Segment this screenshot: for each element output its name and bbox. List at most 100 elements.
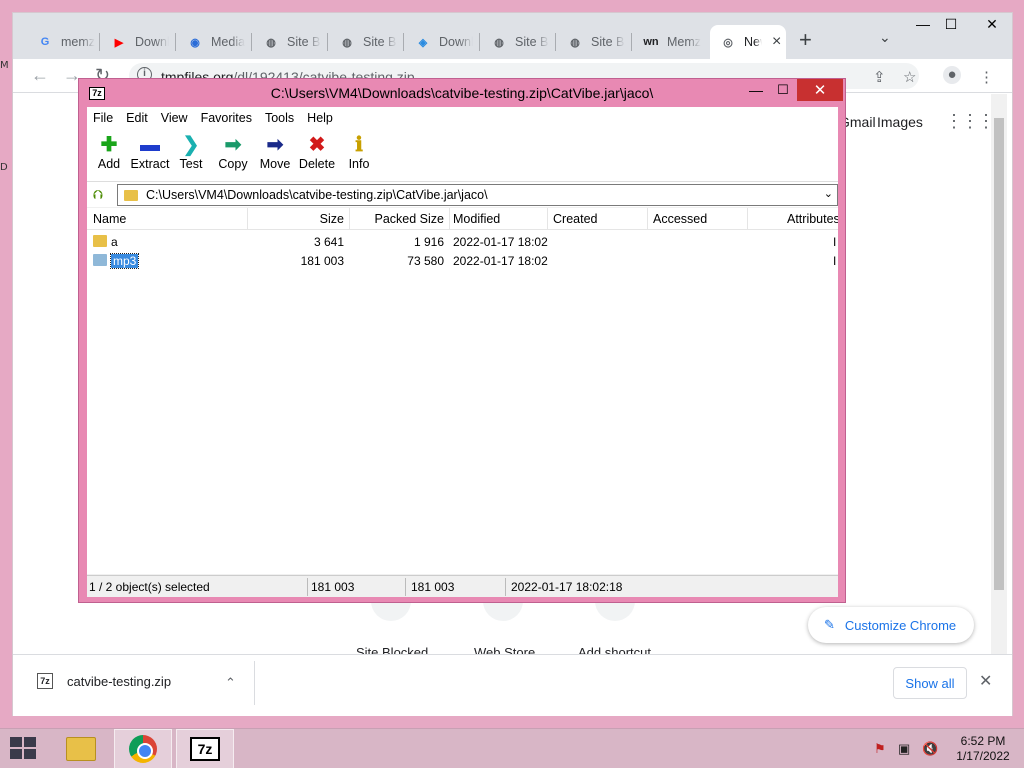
show-all-button[interactable]: Show all — [893, 667, 967, 699]
menu-file[interactable]: File — [93, 111, 113, 125]
profile-icon[interactable]: ● — [943, 66, 961, 84]
7zip-icon: 7z — [190, 737, 220, 761]
move-button[interactable]: ➡ Move — [253, 133, 297, 171]
table-row[interactable]: mp3 181 003 73 580 2022-01-17 18:02 I — [87, 251, 838, 270]
column-header-size[interactable]: Size — [320, 212, 344, 226]
tab-favicon-icon: ◎ — [723, 36, 733, 49]
folder-icon — [66, 737, 96, 761]
folder-icon — [124, 189, 138, 201]
up-folder-icon[interactable]: ⮉ — [93, 187, 103, 203]
column-header-modified[interactable]: Modified — [453, 212, 500, 226]
column-header-accessed[interactable]: Accessed — [653, 212, 707, 226]
tab-favicon-icon: ◍ — [570, 36, 580, 49]
tool-label: Add — [97, 157, 121, 171]
tab-site-blocked[interactable]: ◍ Site Blocked — [329, 25, 403, 59]
cell-packed-size: 1 916 — [413, 235, 444, 249]
tab-new-tab[interactable]: ◎ New Tab × — [710, 25, 786, 59]
tab-memz[interactable]: Gmemz — [27, 25, 101, 59]
extract-icon: ▬ — [140, 134, 160, 156]
network-icon[interactable]: ▣ — [898, 741, 910, 757]
tab-download[interactable]: ◈ Download — [405, 25, 479, 59]
tab-favicon-icon: ◍ — [342, 36, 352, 49]
taskbar-file-explorer[interactable] — [52, 729, 110, 768]
page-scrollbar[interactable] — [991, 94, 1007, 654]
tab-site-blocked[interactable]: ◍ Site Blocked — [481, 25, 555, 59]
close-download-bar-icon[interactable]: ✕ — [979, 671, 992, 691]
chevron-up-icon[interactable]: ⌃ — [225, 675, 236, 691]
tab-memz[interactable]: wn Memz — [633, 25, 707, 59]
menu-edit[interactable]: Edit — [126, 111, 148, 125]
tab-title: memz — [61, 35, 95, 49]
test-button[interactable]: ❯ Test — [169, 133, 213, 171]
list-header: Name Size Packed Size Modified Created Access… — [87, 208, 838, 230]
maximize-button[interactable]: ☐ — [773, 82, 793, 98]
clock[interactable]: 6:52 PM 1/17/2022 — [948, 734, 1018, 764]
title-bar[interactable]: 7z C:\Users\VM4\Downloads\catvibe-testin… — [79, 79, 845, 107]
folder-icon — [93, 254, 107, 266]
extract-button[interactable]: ▬ Extract — [128, 133, 172, 171]
cell-name: mp3 — [109, 253, 140, 269]
volume-muted-icon[interactable]: 🔇 — [922, 741, 938, 757]
apps-grid-icon[interactable]: ⋮⋮⋮ — [945, 111, 995, 132]
info-icon: ℹ — [355, 134, 363, 156]
tab-site-blocked[interactable]: ◍ Site Blocked — [557, 25, 631, 59]
tab-media[interactable]: ◉ Media — [177, 25, 251, 59]
windows-start-icon[interactable] — [10, 737, 38, 761]
copy-button[interactable]: ➡ Copy — [211, 133, 255, 171]
customize-chrome-button[interactable]: ✎ Customize Chrome — [808, 607, 974, 643]
action-center-flag-icon[interactable]: ⚑ — [874, 741, 886, 757]
images-link[interactable]: Images — [877, 114, 923, 130]
chevron-down-icon[interactable]: ⌄ — [824, 187, 833, 200]
tab-title: Download — [135, 35, 169, 49]
cell-size: 181 003 — [300, 254, 344, 268]
tab-favicon-icon: ◍ — [494, 36, 504, 49]
tab-title: Site Blocked — [363, 35, 397, 49]
download-item[interactable]: 7z catvibe-testing.zip — [37, 673, 171, 689]
column-header-created[interactable]: Created — [553, 212, 597, 226]
menu-favorites[interactable]: Favorites — [201, 111, 252, 125]
info-button[interactable]: ℹ Info — [337, 133, 381, 171]
close-button[interactable]: ✕ — [797, 79, 843, 101]
tab-title: Media — [211, 35, 245, 49]
taskbar-chrome[interactable] — [114, 729, 172, 768]
column-header-attributes[interactable]: Attributes — [787, 212, 838, 226]
file-list[interactable]: Name Size Packed Size Modified Created Access… — [87, 208, 838, 574]
window-title: C:\Users\VM4\Downloads\catvibe-testing.z… — [270, 85, 654, 101]
tab-site-blocked[interactable]: ◍ Site Blocked — [253, 25, 327, 59]
tab-title: Download — [439, 35, 473, 49]
tool-label: Delete — [298, 157, 336, 171]
cell-name: a — [111, 235, 118, 249]
menu-view[interactable]: View — [161, 111, 188, 125]
delete-icon: ✖ — [308, 134, 326, 156]
tab-title: Site Blocked — [591, 35, 625, 49]
add-button[interactable]: ✚ Add — [87, 133, 131, 171]
cell-attributes: I — [833, 235, 837, 249]
table-row[interactable]: a 3 641 1 916 2022-01-17 18:02 I — [87, 232, 838, 251]
delete-button[interactable]: ✖ Delete — [295, 133, 339, 171]
clock-time: 6:52 PM — [960, 734, 1006, 748]
status-selection: 1 / 2 object(s) selected — [89, 580, 210, 594]
pencil-icon: ✎ — [824, 617, 835, 632]
tab-close-icon[interactable]: × — [772, 33, 781, 51]
address-row: ⮉ C:\Users\VM4\Downloads\catvibe-testing… — [87, 181, 838, 207]
cell-size: 3 641 — [313, 235, 344, 249]
menu-tools[interactable]: Tools — [265, 111, 294, 125]
menu-kebab-icon[interactable]: ⋮ — [979, 68, 994, 86]
desktop-icon-label: M — [0, 60, 9, 71]
bookmark-star-icon[interactable]: ☆ — [903, 68, 916, 86]
taskbar-7zip[interactable]: 7z — [176, 729, 234, 768]
close-button[interactable]: ✕ — [975, 13, 1009, 35]
path-text: C:\Users\VM4\Downloads\catvibe-testing.z… — [146, 188, 488, 202]
maximize-button[interactable]: ☐ — [934, 13, 968, 35]
share-icon[interactable]: ⇪ — [873, 68, 886, 86]
column-header-packed-size[interactable]: Packed Size — [375, 212, 444, 226]
tab-download[interactable]: ▶ Download — [101, 25, 175, 59]
cell-modified: 2022-01-17 18:02 — [453, 235, 548, 249]
column-header-name[interactable]: Name — [93, 212, 126, 226]
back-arrow-icon[interactable]: ← — [31, 65, 49, 86]
menu-help[interactable]: Help — [307, 111, 333, 125]
minimize-button[interactable]: — — [746, 82, 766, 98]
tab-search-icon[interactable]: ⌄ — [879, 29, 891, 46]
path-combobox[interactable]: C:\Users\VM4\Downloads\catvibe-testing.z… — [117, 184, 838, 206]
new-tab-button[interactable]: + — [799, 27, 812, 53]
